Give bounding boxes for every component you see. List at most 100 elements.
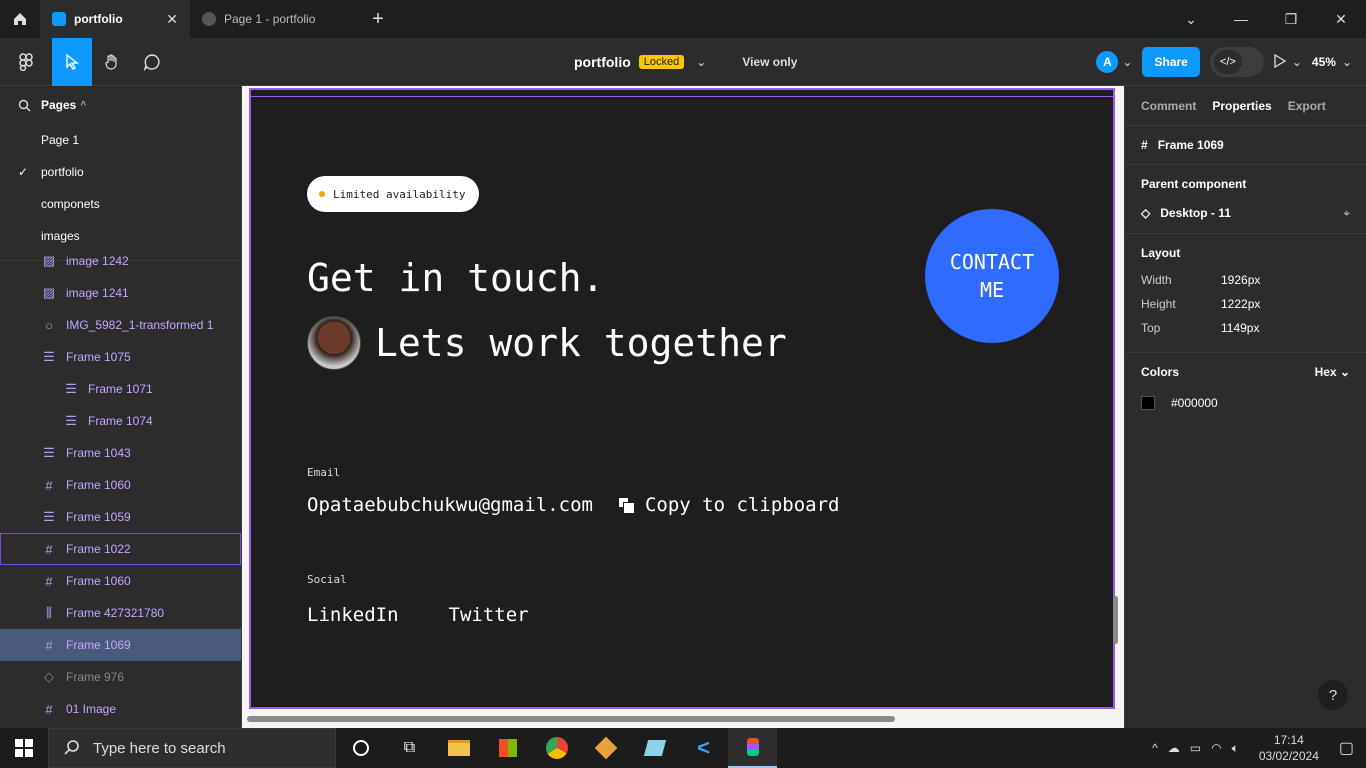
chevron-down-icon[interactable]: ⌄ — [1166, 0, 1216, 38]
layer-item[interactable]: ◇ Frame 976 — [0, 661, 241, 693]
search-icon[interactable] — [18, 99, 31, 112]
hand-tool-button[interactable] — [92, 38, 132, 86]
store-icon — [498, 739, 517, 757]
chevron-down-icon[interactable]: ⌄ — [1342, 55, 1352, 69]
availability-pill: Limited availability — [307, 176, 480, 212]
document-name[interactable]: portfolio — [574, 54, 631, 70]
vertical-scrollbar[interactable] — [1113, 596, 1118, 644]
layer-label: Frame 427321780 — [66, 606, 165, 620]
layer-item[interactable]: # Frame 1022 — [0, 533, 241, 565]
tab-export[interactable]: Export — [1288, 99, 1326, 113]
twitter-link[interactable]: Twitter — [449, 604, 529, 626]
title-bar: portfolio ✕ Page 1 - portfolio + ⌄ — ❐ ✕ — [0, 0, 1366, 38]
taskbar-search[interactable]: Type here to search — [48, 728, 336, 768]
store-button[interactable] — [483, 728, 532, 768]
layer-item[interactable]: # Frame 1060 — [0, 565, 241, 597]
chevron-down-icon[interactable]: ⌄ — [1292, 55, 1302, 69]
layer-label: image 1242 — [66, 254, 129, 268]
parent-component-row[interactable]: ◇ Desktop - 11 ⌖ — [1141, 201, 1350, 225]
target-icon[interactable]: ⌖ — [1343, 206, 1350, 221]
chrome-button[interactable] — [532, 728, 581, 768]
page-label: componets — [41, 197, 100, 211]
git-app-button[interactable] — [581, 728, 630, 768]
status-dot — [319, 191, 325, 197]
close-icon[interactable]: ✕ — [166, 11, 178, 28]
layer-item[interactable]: ☰ Frame 1075 — [0, 341, 241, 373]
autolayout-horizontal-icon: ⫼ — [46, 605, 52, 620]
pages-header[interactable]: Pages ^ — [0, 86, 241, 124]
layer-item[interactable]: #01 Image — [0, 693, 241, 725]
pages-section: Pages ^ Page 1 ✓ portfolio componets imag… — [0, 86, 241, 261]
avatar[interactable]: A — [1096, 51, 1119, 73]
horizontal-scrollbar[interactable] — [247, 716, 895, 722]
volume-icon[interactable]: 🔈︎ — [1232, 741, 1239, 756]
page-item-page1[interactable]: Page 1 — [0, 124, 241, 156]
chevron-up-icon[interactable]: ^ — [1152, 741, 1158, 755]
layer-item[interactable]: ⫼ Frame 427321780 — [0, 597, 241, 629]
new-tab-button[interactable]: + — [360, 8, 396, 31]
comment-tool-button[interactable] — [132, 38, 172, 86]
tab-page1-portfolio[interactable]: Page 1 - portfolio — [190, 0, 360, 38]
tab-properties[interactable]: Properties — [1212, 99, 1271, 113]
autolayout-vertical-icon: ☰ — [43, 509, 55, 524]
minimize-button[interactable]: — — [1216, 0, 1266, 38]
color-format-dropdown[interactable]: Hex ⌄ — [1315, 365, 1350, 379]
layer-item[interactable]: ▨ image 1242 — [0, 245, 241, 277]
chevron-up-icon[interactable]: ^ — [80, 100, 86, 111]
tab-portfolio[interactable]: portfolio ✕ — [40, 0, 190, 38]
clock[interactable]: 17:14 03/02/2024 — [1259, 732, 1319, 764]
layout-value[interactable]: 1926px — [1221, 273, 1260, 287]
search-icon — [64, 740, 79, 755]
file-explorer-button[interactable] — [434, 728, 483, 768]
layer-item[interactable]: ☰ Frame 1059 — [0, 501, 241, 533]
battery-icon[interactable]: ▭ — [1190, 741, 1201, 755]
layout-value[interactable]: 1222px — [1221, 297, 1260, 311]
frame-1069[interactable]: Limited availability Get in touch. Lets … — [249, 88, 1115, 709]
layer-label: Frame 1071 — [88, 382, 153, 396]
window-controls: ⌄ — ❐ ✕ — [1166, 0, 1366, 38]
move-tool-button[interactable] — [52, 37, 92, 86]
vscode-button[interactable]: < — [679, 728, 728, 768]
layer-item[interactable]: ☰ Frame 1074 — [0, 405, 241, 437]
onedrive-icon[interactable]: ☁ — [1168, 741, 1180, 755]
home-button[interactable] — [0, 0, 40, 38]
page-item-portfolio[interactable]: ✓ portfolio — [0, 156, 241, 188]
color-row[interactable]: #000000 — [1141, 391, 1350, 415]
notification-icon[interactable]: ▢ — [1339, 738, 1354, 758]
linkedin-link[interactable]: LinkedIn — [307, 604, 399, 626]
email-address[interactable]: Opataebubchukwu@gmail.com — [307, 494, 593, 516]
wifi-icon[interactable]: ◠ — [1211, 741, 1221, 755]
start-button[interactable] — [0, 728, 48, 768]
canvas[interactable]: Limited availability Get in touch. Lets … — [242, 86, 1124, 728]
layer-item[interactable]: # Frame 1069 — [0, 629, 241, 661]
zoom-level[interactable]: 45% — [1312, 55, 1336, 69]
properties-panel: Comment Properties Export # Frame 1069 Pa… — [1124, 86, 1366, 728]
layer-item[interactable]: # Frame 1060 — [0, 469, 241, 501]
page-item-componets[interactable]: componets — [0, 188, 241, 220]
main-menu-button[interactable] — [0, 38, 52, 86]
tab-comment[interactable]: Comment — [1141, 99, 1196, 113]
layer-item[interactable]: ☰ Frame 1043 — [0, 437, 241, 469]
layer-item[interactable]: ☰ Frame 1071 — [0, 373, 241, 405]
color-value: #000000 — [1171, 396, 1218, 410]
help-button[interactable]: ? — [1318, 680, 1348, 710]
present-button[interactable] — [1274, 53, 1287, 71]
copy-label: Copy to clipboard — [644, 494, 840, 516]
notes-app-button[interactable] — [630, 728, 679, 768]
close-window-button[interactable]: ✕ — [1316, 0, 1366, 38]
cortana-button[interactable] — [336, 728, 385, 768]
task-view-button[interactable]: ⧉ — [385, 728, 434, 768]
layout-value[interactable]: 1149px — [1221, 321, 1259, 335]
chevron-down-icon[interactable]: ⌄ — [696, 55, 706, 69]
chevron-down-icon[interactable]: ⌄ — [1122, 55, 1132, 69]
dev-mode-toggle[interactable]: </> — [1209, 47, 1264, 77]
share-button[interactable]: Share — [1142, 47, 1200, 77]
search-placeholder: Type here to search — [93, 739, 226, 757]
contact-me-button[interactable]: CONTACT ME — [925, 209, 1059, 343]
check-icon: ✓ — [18, 165, 29, 179]
layer-item[interactable]: ○ IMG_5982_1-transformed 1 — [0, 309, 241, 341]
layer-item[interactable]: ▨ image 1241 — [0, 277, 241, 309]
figma-taskbar-button[interactable] — [728, 728, 777, 768]
copy-to-clipboard[interactable]: Copy to clipboard — [618, 494, 840, 516]
restore-button[interactable]: ❐ — [1266, 0, 1316, 38]
